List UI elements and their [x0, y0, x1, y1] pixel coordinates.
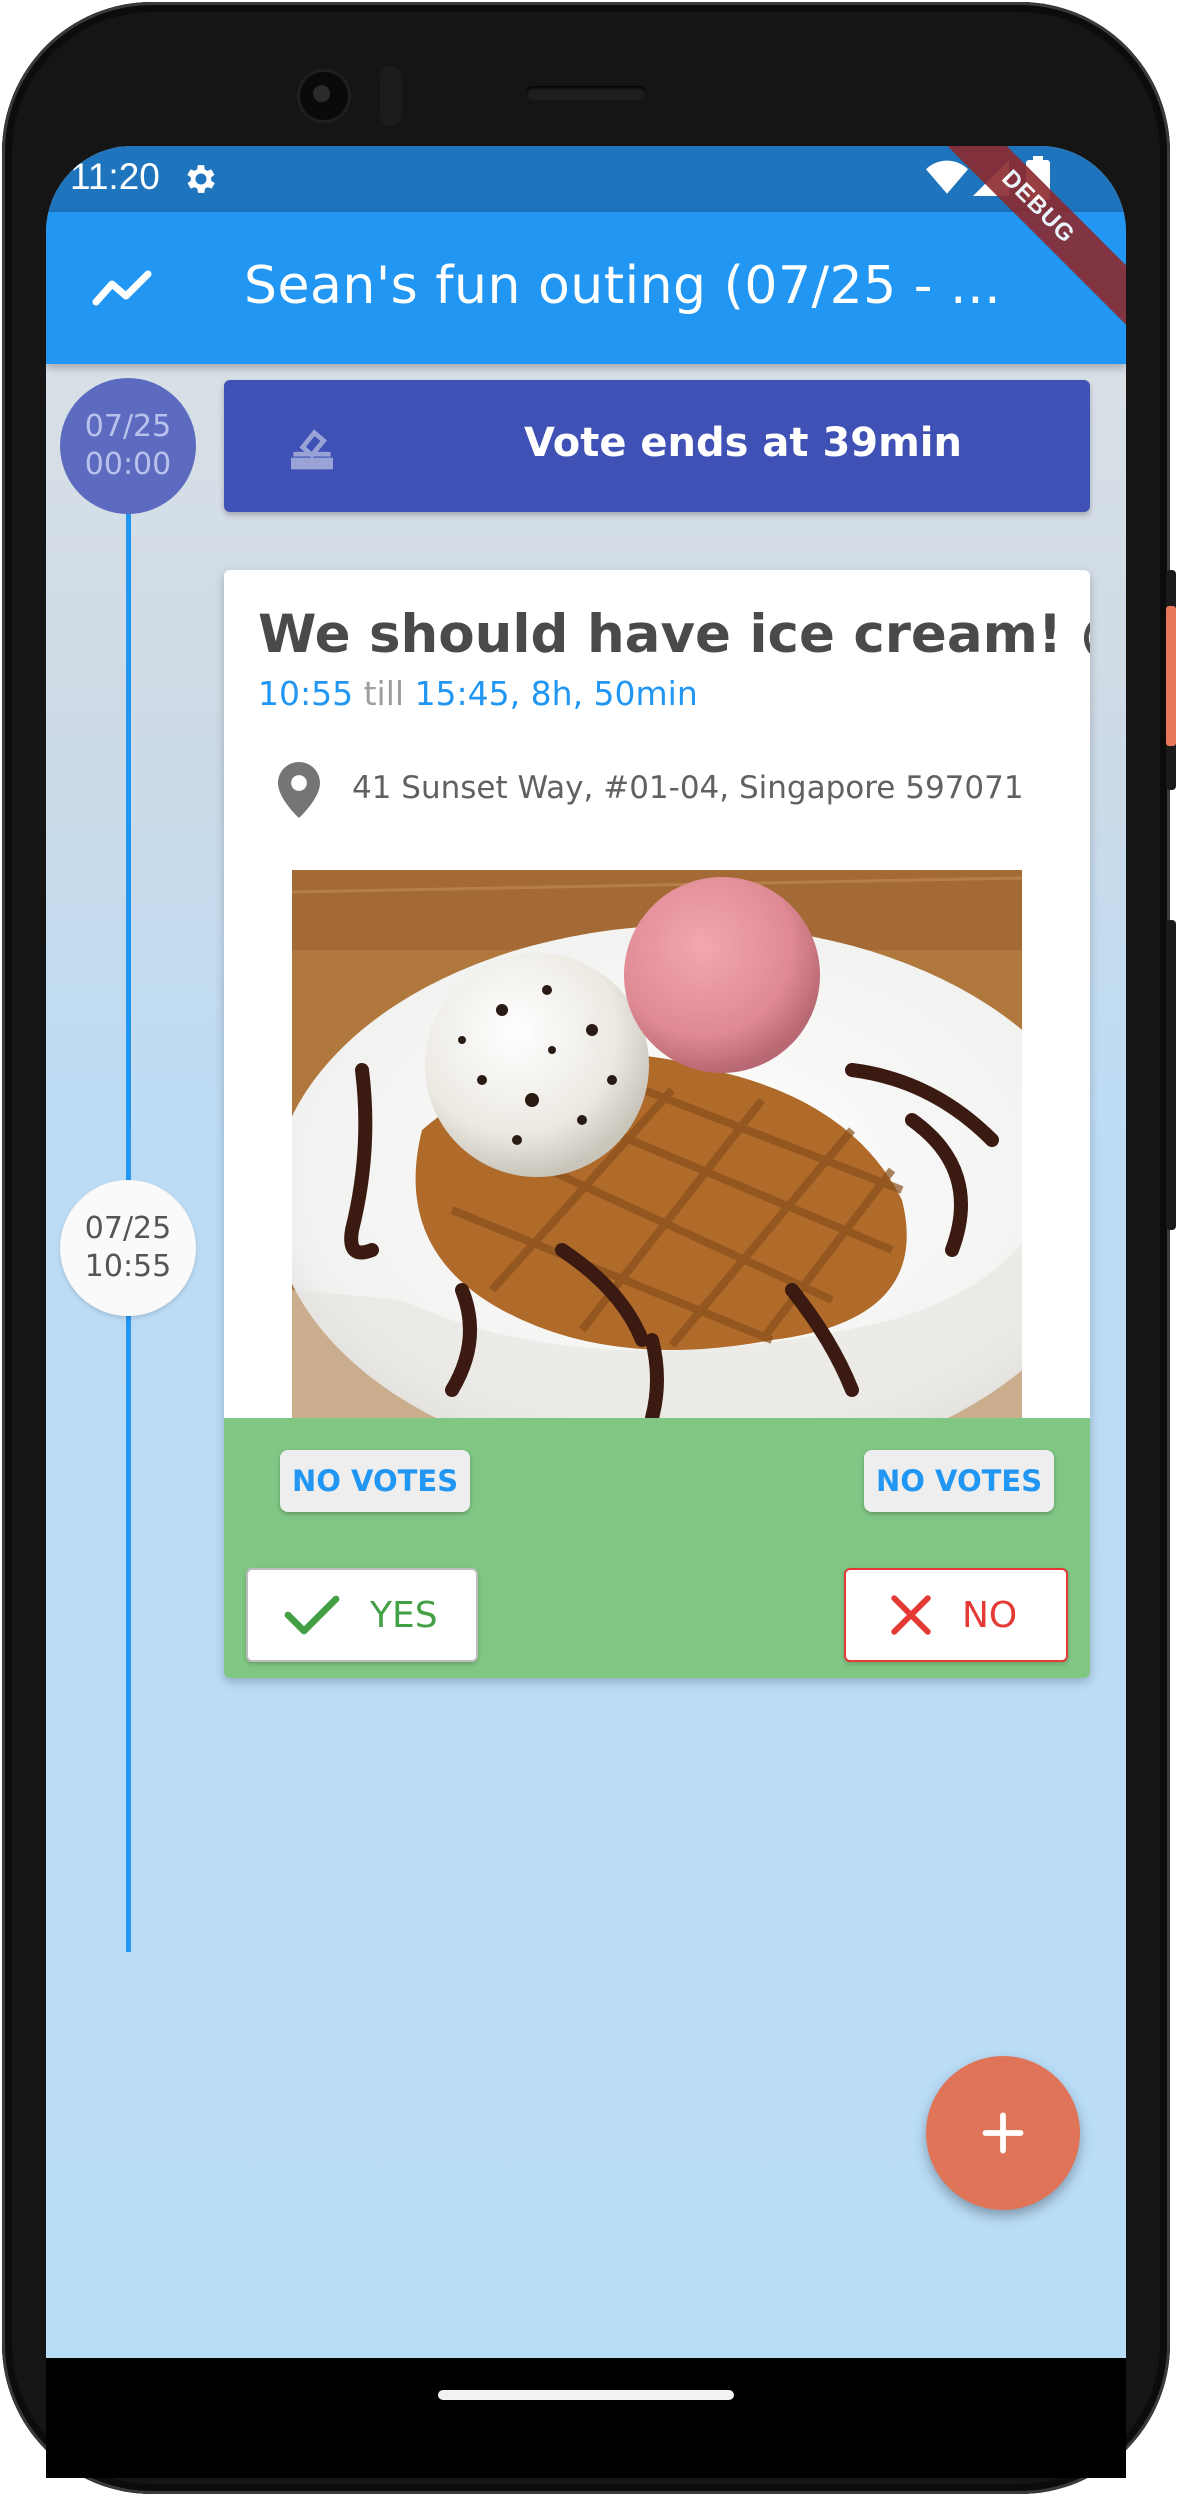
ballot-icon [291, 429, 333, 470]
timeline-bubble-vote: 07/25 00:00 [60, 378, 196, 514]
side-button [1166, 920, 1176, 1230]
app-bar: Sean's fun outing (07/25 - ... [46, 212, 1126, 364]
add-event-fab[interactable] [926, 2056, 1080, 2210]
power-button [1166, 606, 1176, 746]
vote-panel: NO VOTES NO VOTES YES NO [224, 1418, 1090, 1678]
event-time-range: 10:55 till 15:45, 8h, 50min [258, 674, 698, 713]
app-screen: 11:20 Sean's fun outing (07/25 - ... DEB… [46, 146, 1126, 2358]
wifi-icon [926, 160, 968, 194]
timeline-line [126, 512, 131, 1182]
settings-gear-icon [187, 165, 215, 193]
system-nav-bar [46, 2358, 1126, 2478]
front-camera [300, 72, 348, 120]
event-start-time: 10:55 [258, 674, 354, 713]
event-title: We should have ice cream! @... [258, 604, 1090, 665]
event-card[interactable]: We should have ice cream! @... 10:55 til… [224, 570, 1090, 1678]
status-time: 11:20 [70, 156, 160, 197]
timeline-bubble-event: 07/25 10:55 [60, 1180, 196, 1316]
event-separator: , [509, 674, 531, 713]
timeline-line [126, 1316, 131, 1952]
earpiece-speaker [526, 86, 646, 100]
sensor [380, 66, 402, 126]
timeline-date: 07/25 [84, 409, 172, 444]
waffle-ice-cream-image [292, 870, 1022, 1418]
close-icon [891, 1595, 931, 1635]
event-till-label: till [363, 674, 405, 713]
vote-no-label: NO [962, 1594, 1018, 1636]
event-end-time: 15:45 [414, 674, 510, 713]
timeline-time: 00:00 [84, 447, 172, 482]
location-pin-icon [278, 762, 320, 818]
timeline-date: 07/25 [84, 1211, 172, 1246]
page-title: Sean's fun outing (07/25 - ... [244, 256, 1002, 316]
check-icon [284, 1595, 340, 1635]
event-duration: 8h, 50min [530, 674, 698, 713]
event-photo [292, 870, 1022, 1418]
home-gesture-bar[interactable] [438, 2390, 734, 2400]
vote-yes-button[interactable]: YES [246, 1568, 478, 1662]
vote-deadline-banner[interactable]: Vote ends at 39min [224, 380, 1090, 512]
vote-yes-label: YES [370, 1594, 438, 1636]
vote-no-button[interactable]: NO [844, 1568, 1068, 1662]
trending-icon[interactable] [92, 266, 154, 310]
no-votes-chip[interactable]: NO VOTES [864, 1450, 1055, 1512]
event-address[interactable]: 41 Sunset Way, #01-04, Singapore 597071 [352, 770, 1024, 806]
plus-icon [982, 2112, 1024, 2154]
vote-deadline-text: Vote ends at 39min [524, 420, 962, 466]
yes-votes-chip[interactable]: NO VOTES [280, 1450, 471, 1512]
timeline-time: 10:55 [84, 1249, 172, 1284]
